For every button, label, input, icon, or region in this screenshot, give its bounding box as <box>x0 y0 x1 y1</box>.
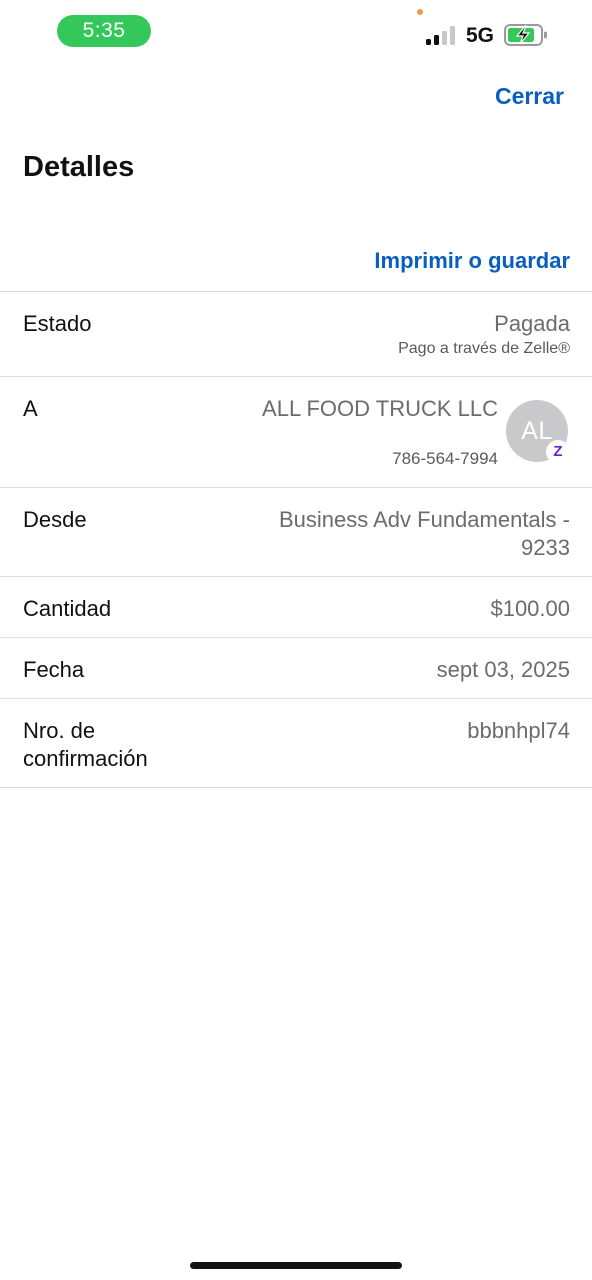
recipient-name: ALL FOOD TRUCK LLC <box>262 396 498 421</box>
detail-value: sept 03, 2025 <box>436 657 570 682</box>
recipient-phone: 786-564-7994 <box>392 449 498 468</box>
signal-icon <box>426 25 458 45</box>
detail-row-confirmacion: Nro. de confirmación bbbnhpl74 <box>0 698 592 788</box>
detail-value: Pagada <box>494 311 570 336</box>
detail-row-desde: Desde Business Adv Fundamentals - 9233 <box>0 487 592 576</box>
print-or-save-button[interactable]: Imprimir o guardar <box>374 245 570 277</box>
home-indicator[interactable] <box>190 1262 402 1269</box>
detail-label: Nro. de confirmación <box>23 718 148 771</box>
detail-row-estado: Estado Pagada Pago a través de Zelle® <box>0 291 592 376</box>
detail-value: bbbnhpl74 <box>467 718 570 743</box>
close-button[interactable]: Cerrar <box>495 80 564 112</box>
network-type: 5G <box>466 24 495 47</box>
detail-label: Fecha <box>23 657 85 682</box>
privacy-indicator-dot <box>417 9 423 15</box>
detail-row-fecha: Fecha sept 03, 2025 <box>0 637 592 698</box>
detail-row-recipient: A ALL FOOD TRUCK LLC 786-564-7994 AL Z <box>0 376 592 487</box>
detail-value: Business Adv Fundamentals - 9233 <box>278 507 570 560</box>
payment-method-note: Pago a través de Zelle® <box>398 340 570 357</box>
zelle-icon: Z <box>546 440 570 464</box>
detail-label: Cantidad <box>23 596 112 621</box>
details-list: Estado Pagada Pago a través de Zelle® A … <box>0 291 592 788</box>
detail-label: Desde <box>23 507 87 532</box>
detail-value: $100.00 <box>490 596 570 621</box>
detail-label: A <box>23 396 38 421</box>
screen: 5:35 5G Cerrar Detalles Imprimir o guard… <box>0 0 592 1280</box>
page-title: Detalles <box>23 151 135 183</box>
detail-row-cantidad: Cantidad $100.00 <box>0 576 592 637</box>
status-bar: 5:35 5G <box>0 0 592 62</box>
status-time[interactable]: 5:35 <box>57 15 151 47</box>
detail-label: Estado <box>23 311 92 336</box>
battery-charging-icon <box>504 24 547 46</box>
